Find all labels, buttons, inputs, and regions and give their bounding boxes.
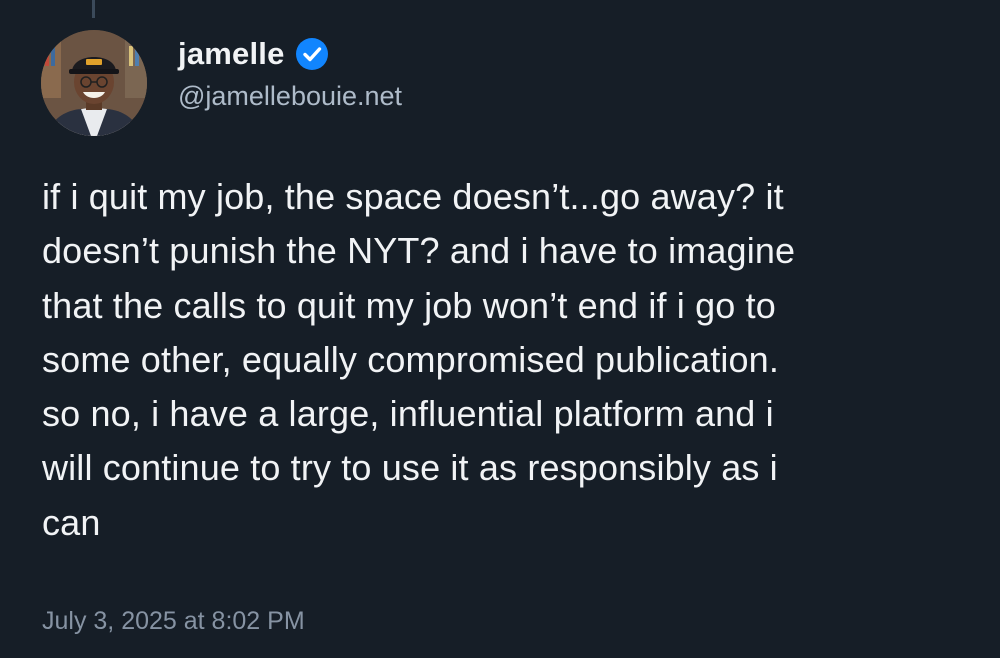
author-name-row: jamelle — [178, 34, 402, 74]
profile-photo-icon — [41, 30, 147, 136]
post-card: jamelle @jamellebouie.net if i quit my j… — [0, 0, 1000, 658]
post-text-line: if i quit my job, the space doesn’t...go… — [42, 176, 784, 217]
verified-badge-icon — [295, 37, 329, 71]
post-body: if i quit my job, the space doesn’t...go… — [42, 170, 982, 550]
post-text-line: doesn’t punish the NYT? and i have to im… — [42, 230, 796, 272]
post-text-line: will continue to try to use it as respon… — [42, 447, 778, 489]
post-text-line: can — [42, 501, 101, 543]
post-timestamp[interactable]: July 3, 2025 at 8:02 PM — [42, 607, 305, 636]
post-text-line: so no, i have a large, influential platf… — [42, 393, 774, 435]
author-display-name[interactable]: jamelle — [178, 36, 285, 72]
author-handle[interactable]: @jamellebouie.net — [178, 81, 402, 112]
thread-connector-line — [92, 0, 95, 18]
post-text-line: some other, equally compromised publicat… — [42, 338, 779, 380]
avatar[interactable] — [41, 30, 147, 136]
post-text-line: that the calls to quit my job won’t end … — [42, 284, 776, 326]
author-block: jamelle @jamellebouie.net — [178, 34, 402, 112]
